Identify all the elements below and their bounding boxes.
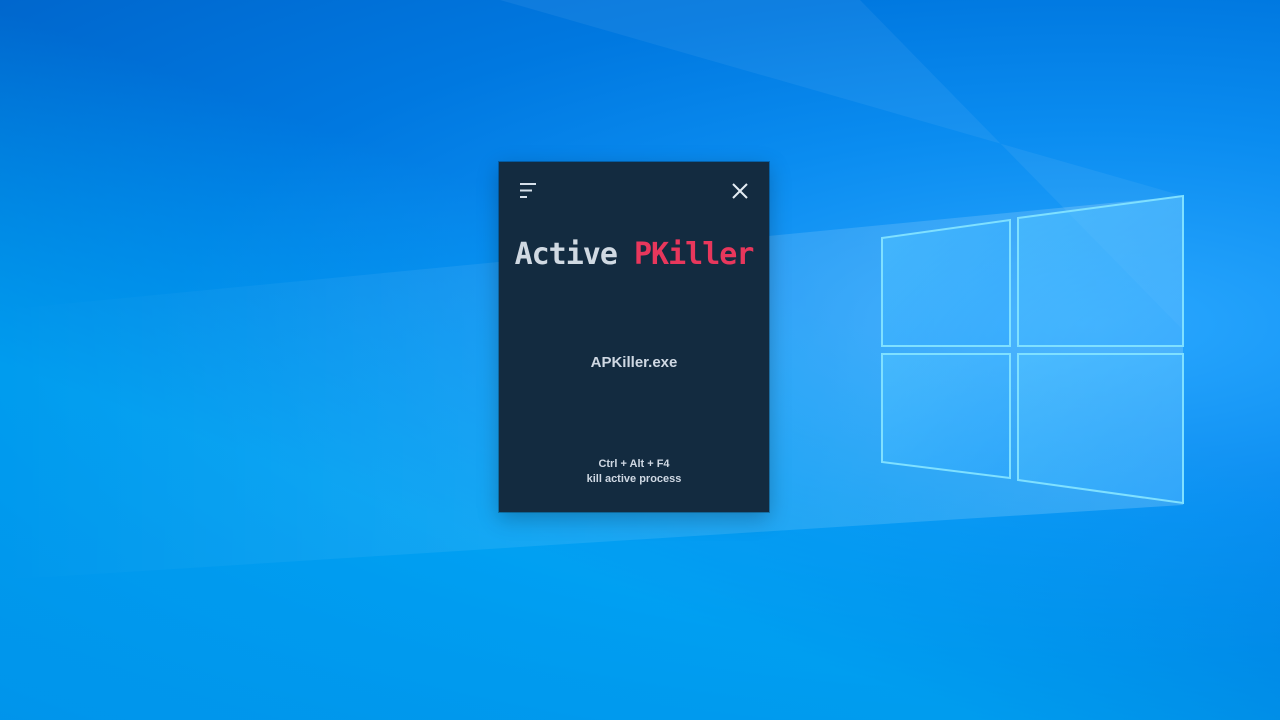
close-icon	[732, 183, 748, 199]
hotkey-description: kill active process	[586, 473, 682, 485]
menu-button[interactable]	[515, 178, 541, 204]
app-title: Active PKiller	[499, 237, 769, 273]
app-title-primary: Active	[514, 237, 618, 272]
app-window: Active PKiller APKiller.exe Ctrl + Alt +…	[499, 162, 769, 512]
app-title-accent: PKiller	[634, 237, 754, 272]
hamburger-menu-icon	[520, 183, 536, 198]
hotkey-label: Ctrl + Alt + F4	[598, 458, 670, 470]
close-button[interactable]	[727, 178, 753, 204]
active-process-name: APKiller.exe	[590, 354, 678, 371]
